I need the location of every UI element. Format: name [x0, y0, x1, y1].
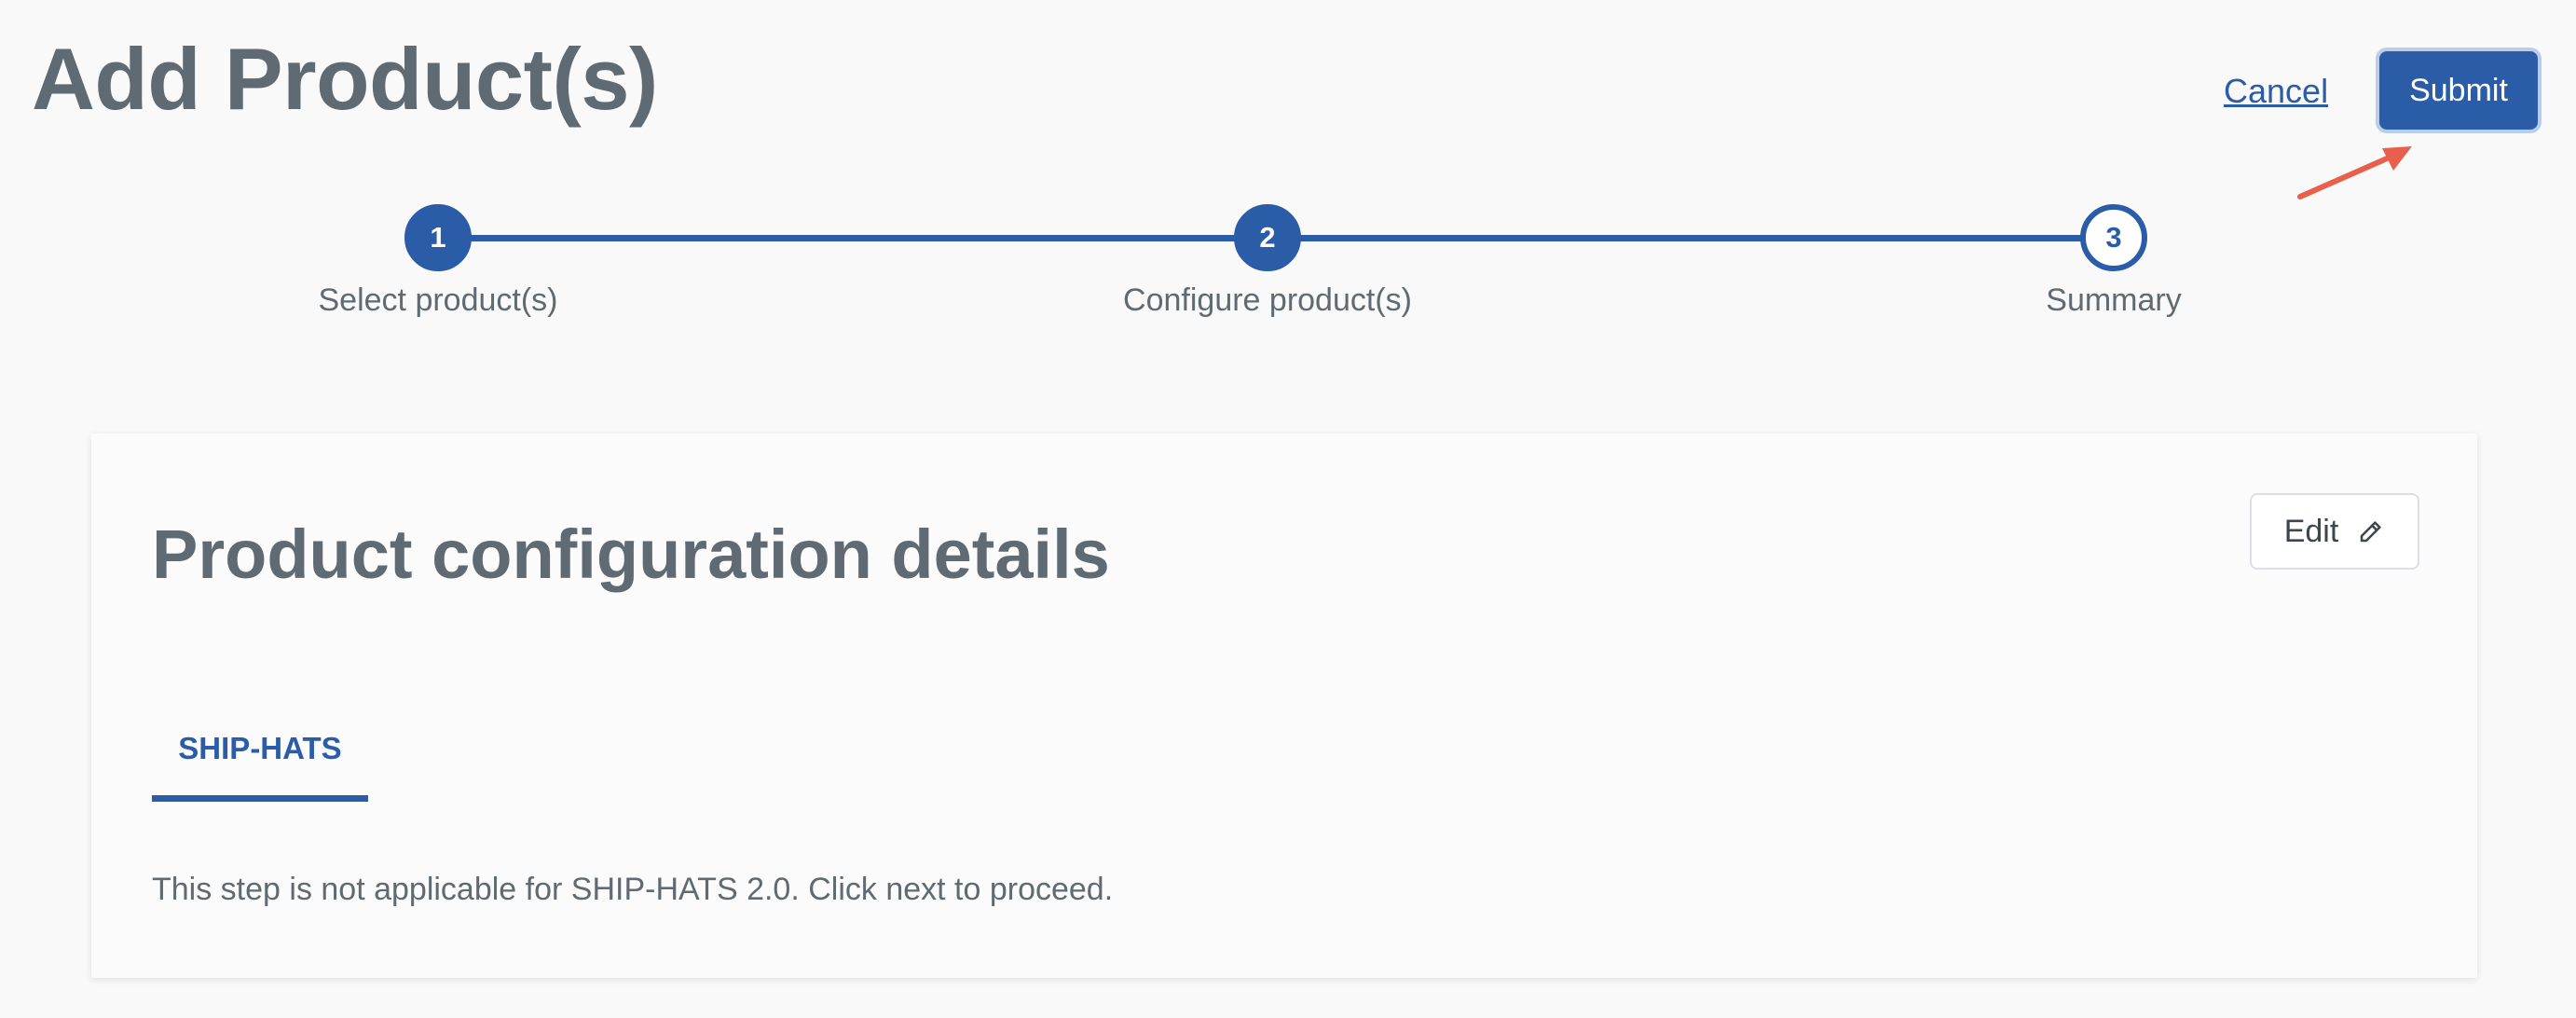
- tab-active-indicator: [152, 795, 368, 802]
- edit-button[interactable]: Edit: [2250, 493, 2419, 570]
- step-1-label: Select product(s): [318, 282, 558, 318]
- progress-stepper: 1 Select product(s) 2 Configure product(…: [0, 0, 2576, 336]
- card-title: Product configuration details: [152, 516, 1110, 593]
- step-2-indicator: 2: [1234, 204, 1301, 271]
- step-3-label: Summary: [2046, 282, 2182, 318]
- pencil-icon: [2361, 521, 2381, 543]
- step-1-indicator: 1: [404, 204, 472, 271]
- edit-button-label: Edit: [2283, 513, 2339, 549]
- step-2-label: Configure product(s): [1123, 282, 1412, 318]
- tab-ship-hats-label: SHIP-HATS: [178, 731, 342, 765]
- step-3-indicator: 3: [2080, 204, 2147, 271]
- tab-ship-hats[interactable]: SHIP-HATS: [152, 702, 368, 805]
- product-configuration-card: Product configuration details Edit SHIP-…: [91, 433, 2477, 978]
- add-products-page: Add Product(s) Cancel Submit 1 Select pr…: [0, 0, 2576, 1018]
- not-applicable-message: This step is not applicable for SHIP-HAT…: [152, 872, 1114, 907]
